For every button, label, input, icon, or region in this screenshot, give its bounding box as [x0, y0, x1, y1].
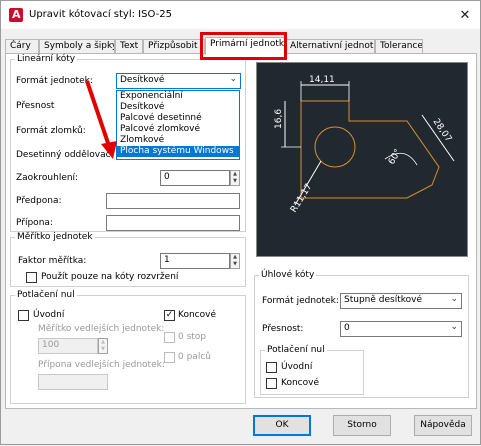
- arrow-shaft: [85, 80, 111, 147]
- arrow-head: [101, 141, 117, 159]
- annotation-arrow: [85, 80, 117, 159]
- dimension-style-dialog: Upravit kótovací styl: ISO-25 ✕ Čáry Sym…: [0, 0, 481, 445]
